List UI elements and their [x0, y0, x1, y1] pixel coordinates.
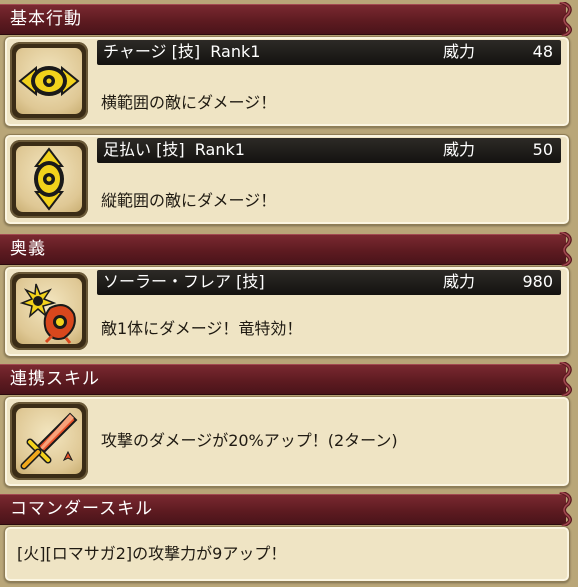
- skill-name: チャージ [技] Rank1: [103, 42, 261, 61]
- scroll-curl-icon: [559, 232, 572, 266]
- skill-description: 縦範囲の敵にダメージ！: [101, 191, 277, 210]
- scroll-curl-icon: [559, 362, 572, 396]
- horizontal-eye-icon: [18, 65, 80, 97]
- power-value: 50: [532, 140, 553, 159]
- section-title: 奥義: [10, 239, 46, 259]
- skill-card-sweep[interactable]: 足払い [技] Rank1 威力 50 縦範囲の敵にダメージ！: [4, 134, 570, 225]
- skill-icon-frame: [10, 272, 88, 350]
- skill-name: 足払い [技] Rank1: [103, 140, 245, 159]
- commander-skill-card[interactable]: [火][ロマサガ2]の攻撃力が9アップ！: [4, 526, 570, 582]
- skill-title-bar: チャージ [技] Rank1 威力 48: [97, 40, 561, 65]
- section-header-link: 連携スキル: [0, 362, 572, 396]
- scroll-curl-icon: [559, 492, 572, 526]
- section-title: コマンダースキル: [10, 499, 154, 519]
- power-label: 威力: [443, 140, 476, 159]
- skill-title-bar: 足払い [技] Rank1 威力 50: [97, 138, 561, 163]
- skill-icon-frame: [10, 42, 88, 120]
- sword-icon: [20, 412, 78, 470]
- skill-description: 横範囲の敵にダメージ！: [101, 93, 277, 112]
- skill-icon-frame: [10, 140, 88, 218]
- section-header-commander: コマンダースキル: [0, 492, 572, 526]
- section-header-secret: 奥義: [0, 232, 572, 266]
- vertical-eye-icon: [33, 147, 65, 211]
- skill-card-solar-flare[interactable]: ソーラー・フレア [技] 威力 980 敵1体にダメージ！竜特効！: [4, 266, 570, 357]
- skill-description: 敵1体にダメージ！竜特効！: [101, 319, 303, 338]
- power-value: 48: [532, 42, 553, 61]
- skill-card-charge[interactable]: チャージ [技] Rank1 威力 48 横範囲の敵にダメージ！: [4, 36, 570, 127]
- solar-flare-icon: [19, 283, 76, 344]
- skill-description: 攻撃のダメージが20%アップ！(2ターン): [101, 431, 398, 450]
- section-title: 基本行動: [10, 9, 82, 29]
- power-label: 威力: [443, 272, 476, 291]
- power-value: 980: [522, 272, 553, 291]
- commander-skill-description: [火][ロマサガ2]の攻撃力が9アップ！: [17, 544, 287, 563]
- scroll-curl-icon: [559, 2, 572, 36]
- skill-name: ソーラー・フレア [技]: [103, 272, 265, 291]
- skill-icon-frame: [10, 402, 88, 480]
- section-header-basic: 基本行動: [0, 2, 572, 36]
- skill-title-bar: ソーラー・フレア [技] 威力 980: [97, 270, 561, 295]
- skill-card-link[interactable]: 攻撃のダメージが20%アップ！(2ターン): [4, 396, 570, 487]
- power-label: 威力: [443, 42, 476, 61]
- section-title: 連携スキル: [10, 369, 100, 389]
